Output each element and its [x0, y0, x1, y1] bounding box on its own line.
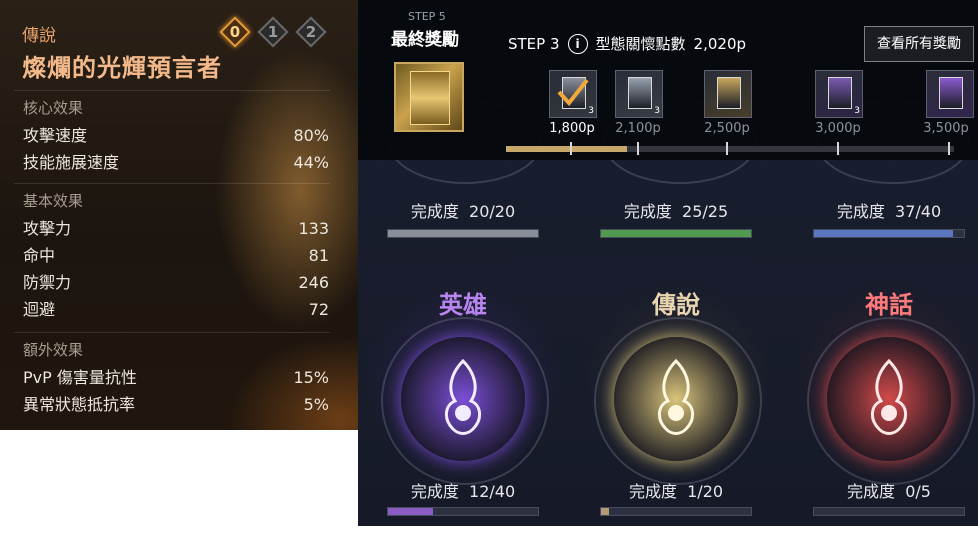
stat-row: PvP 傷害量抗性 15% — [14, 364, 330, 391]
reward-card-5[interactable] — [926, 70, 974, 118]
reward-card-4[interactable]: 3 — [815, 70, 863, 118]
section-title: 核心效果 — [23, 99, 84, 117]
view-all-rewards-button[interactable]: 查看所有獎勵 — [864, 26, 974, 62]
stat-name: 命中 — [23, 246, 56, 265]
tier-3-progress-bar — [813, 229, 965, 238]
track-tick — [570, 142, 572, 155]
tier-3-progress: 完成度 37/40 — [836, 202, 942, 221]
extra-effects-section: 額外效果 PvP 傷害量抗性 15% 異常狀態抵抗率 5% — [14, 332, 330, 418]
reward-points-label: 2,100p — [615, 121, 661, 136]
tier-1-progress: 完成度 20/20 — [410, 202, 516, 221]
track-tick — [726, 142, 728, 155]
current-step-label: STEP 3 — [508, 34, 560, 53]
final-reward-card[interactable] — [394, 62, 464, 132]
reward-points-label: 3,500p — [923, 121, 969, 136]
stat-name: 迴避 — [23, 300, 56, 319]
final-step-label: STEP 5 — [408, 10, 446, 23]
card-icon — [410, 71, 450, 125]
card-icon — [939, 77, 963, 109]
tier-myth-title: 神話 — [865, 291, 913, 319]
stat-row: 技能施展速度 44% — [14, 149, 330, 176]
tier-6-progress-bar — [813, 507, 965, 516]
tier-hero-title: 英雄 — [439, 291, 487, 319]
tier-5-progress: 完成度 1/20 — [628, 482, 724, 501]
stat-row: 防禦力 246 — [14, 269, 330, 296]
stat-value: 44% — [293, 153, 329, 172]
track-tick — [637, 142, 639, 155]
reward-card-1[interactable]: 3 — [549, 70, 597, 118]
reward-points-label: 1,800p — [549, 121, 595, 136]
stat-value: 246 — [298, 273, 329, 292]
track-tick — [837, 142, 839, 155]
reward-progress-fill — [506, 146, 627, 152]
reward-points-label: 2,500p — [704, 121, 750, 136]
tier-6-progress: 完成度 0/5 — [847, 482, 931, 501]
star-level-1-badge[interactable]: 1 — [257, 16, 289, 48]
stat-row: 攻擊速度 80% — [14, 122, 330, 149]
section-title: 額外效果 — [23, 341, 84, 359]
tier-2-progress: 完成度 25/25 — [623, 202, 729, 221]
costume-title: 燦爛的光輝預言者 — [22, 54, 222, 82]
tier-hero-emblem[interactable] — [401, 337, 525, 461]
card-icon — [828, 77, 852, 109]
tier-4-progress: 完成度 12/40 — [410, 482, 516, 501]
final-reward-title: 最終獎勵 — [391, 30, 459, 50]
checkmark-icon — [557, 78, 589, 107]
stat-name: 技能施展速度 — [23, 153, 120, 172]
stat-name: 攻擊力 — [23, 219, 72, 238]
star-level-selector: 0 1 2 — [219, 16, 327, 48]
reward-card-2[interactable]: 3 — [615, 70, 663, 118]
stat-name: 攻擊速度 — [23, 126, 88, 145]
card-icon — [717, 77, 741, 109]
points-label: 型態關懷點數 — [595, 35, 686, 53]
stat-row: 異常狀態抵抗率 5% — [14, 391, 330, 418]
stat-value: 72 — [308, 300, 329, 319]
tier-legend-emblem[interactable] — [614, 337, 738, 461]
info-icon[interactable]: i — [567, 33, 588, 54]
core-effects-section: 核心效果 攻擊速度 80% 技能施展速度 44% — [14, 90, 330, 176]
stat-value: 80% — [293, 126, 329, 145]
reward-card-3[interactable] — [704, 70, 752, 118]
stat-name: PvP 傷害量抗性 — [23, 368, 137, 387]
costume-detail-panel: 傳說 燦爛的光輝預言者 0 1 2 核心效果 攻擊速度 80% 技能施展速度 4… — [0, 0, 358, 430]
star-level-2-badge[interactable]: 2 — [295, 16, 327, 48]
prophet-emblem-icon — [658, 359, 694, 435]
stat-row: 命中 81 — [14, 242, 330, 269]
stat-name: 防禦力 — [23, 273, 72, 292]
stat-row: 迴避 72 — [14, 296, 330, 323]
star-level-0-badge[interactable]: 0 — [219, 16, 251, 48]
reward-track-bar: STEP 5 最終獎勵 STEP 3 i 型態關懷點數 2,020p 查看所有獎… — [358, 0, 978, 160]
stat-row: 攻擊力 133 — [14, 215, 330, 242]
track-tick — [948, 142, 950, 155]
base-effects-section: 基本效果 攻擊力 133 命中 81 防禦力 246 迴避 72 — [14, 183, 330, 323]
tier-2-progress-bar — [600, 229, 752, 238]
tier-legend-title: 傳說 — [652, 291, 700, 319]
card-icon — [628, 77, 652, 109]
stat-value: 133 — [298, 219, 329, 238]
reward-progress-track — [506, 146, 954, 152]
rarity-label: 傳說 — [22, 26, 56, 46]
section-title: 基本效果 — [23, 192, 84, 210]
prophet-emblem-icon — [871, 359, 907, 435]
tier-5-progress-bar — [600, 507, 752, 516]
current-step-row: STEP 3 i 型態關懷點數 2,020p — [508, 33, 746, 54]
stat-value: 5% — [303, 395, 329, 414]
prophet-emblem-icon — [445, 359, 481, 435]
points-value: 2,020p — [693, 34, 747, 53]
stat-value: 81 — [308, 246, 329, 265]
stat-value: 15% — [293, 368, 329, 387]
tier-4-progress-bar — [387, 507, 539, 516]
tier-myth-emblem[interactable] — [827, 337, 951, 461]
stat-name: 異常狀態抵抗率 — [23, 395, 136, 414]
tier-1-progress-bar — [387, 229, 539, 238]
reward-points-label: 3,000p — [815, 121, 861, 136]
